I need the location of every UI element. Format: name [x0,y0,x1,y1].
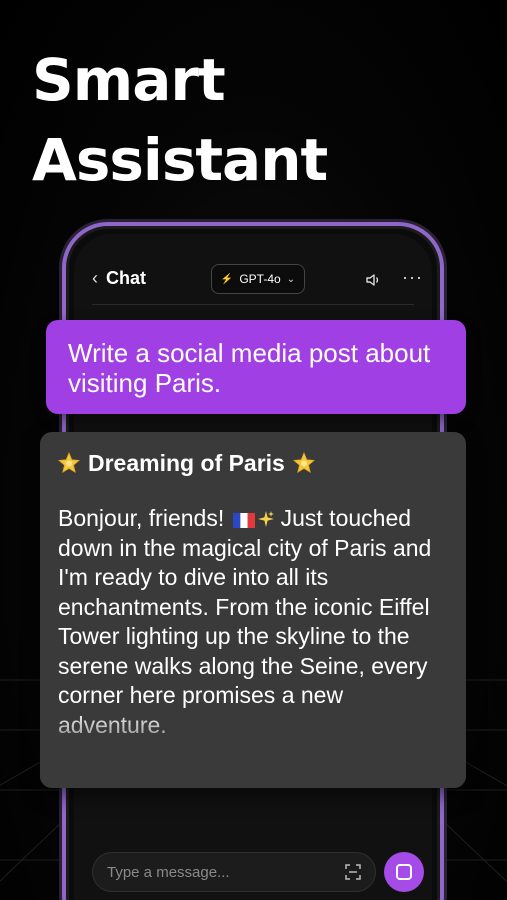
chat-title: Chat [106,268,146,288]
headline-line-2: Assistant [32,126,328,194]
back-button[interactable]: ‹ Chat [92,268,146,289]
send-button[interactable] [384,852,424,892]
message-input[interactable] [107,853,327,891]
user-message-text: Write a social media post about visiting… [68,338,431,398]
text-fade-overlay [40,708,466,788]
france-flag-icon [232,513,255,528]
assistant-message-body: Bonjour, friends! Just touched down in t… [58,504,448,740]
scan-icon[interactable] [345,864,361,880]
star-icon [292,452,315,474]
assistant-body-rest: Just touched down in the magical city of… [58,505,432,738]
chat-header: ‹ Chat ⚡ GPT-4o ⌄ ··· [74,264,432,298]
more-icon[interactable]: ··· [402,268,423,286]
chevron-down-icon: ⌄ [286,273,296,285]
bolt-icon: ⚡ [220,273,234,285]
model-label: GPT-4o [239,272,281,286]
assistant-message-bubble: Dreaming of Paris Bonjour, friends! Just… [40,432,466,788]
stop-icon [396,864,412,880]
message-input-bar [92,852,376,892]
assistant-message-title: Dreaming of Paris [58,448,448,478]
star-icon [58,452,80,474]
promo-screen: Smart Assistant ‹ Chat ⚡ GPT-4o ⌄ ··· Ty… [0,0,507,900]
assistant-title-text: Dreaming of Paris [88,450,285,476]
speaker-icon[interactable] [364,271,382,289]
user-message-bubble: Write a social media post about visiting… [46,320,466,414]
headline-line-1: Smart [32,46,226,114]
assistant-body-start: Bonjour, friends! [58,505,225,531]
headline: Smart Assistant [32,40,328,200]
model-selector[interactable]: ⚡ GPT-4o ⌄ [211,264,305,294]
header-divider [92,304,414,305]
chevron-left-icon: ‹ [92,268,98,288]
sparkle-icon [257,511,274,527]
